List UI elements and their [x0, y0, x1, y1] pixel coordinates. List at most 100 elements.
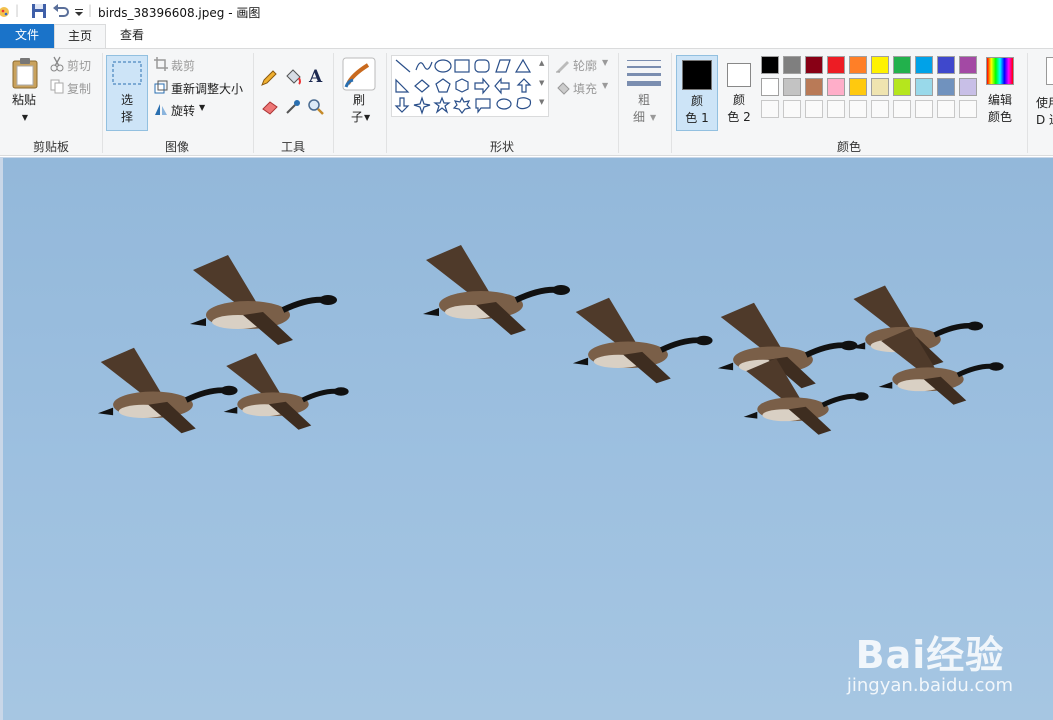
- text-tool-icon[interactable]: A: [309, 67, 322, 87]
- clipboard-group-label: 剪贴板: [32, 140, 69, 154]
- color2-label-line2: 色 2: [727, 110, 751, 124]
- title-separator: |: [88, 3, 93, 17]
- custom-color-slot[interactable]: [937, 100, 955, 118]
- color1-swatch: [682, 60, 712, 90]
- shapes-gallery[interactable]: [391, 55, 549, 117]
- image-group-label: 图像: [164, 140, 189, 154]
- palette-swatch[interactable]: [805, 56, 823, 74]
- resize-icon: [154, 80, 168, 94]
- palette-swatch[interactable]: [959, 78, 977, 96]
- tab-file[interactable]: 文件: [0, 24, 54, 48]
- paint3d-label-line1: 使用: [1036, 96, 1053, 110]
- goose-silhouette: [223, 353, 349, 430]
- palette-swatch[interactable]: [783, 78, 801, 96]
- color2-label-line1: 颜: [732, 93, 745, 107]
- line-width-icon: [627, 60, 661, 86]
- select-rectangle-icon: [112, 61, 142, 85]
- outline-label: 轮廓: [573, 59, 598, 73]
- scroll-up-icon[interactable]: ▲: [539, 59, 544, 67]
- scroll-down-icon[interactable]: ▼: [539, 79, 544, 87]
- palette-swatch[interactable]: [915, 56, 933, 74]
- separator: [333, 53, 334, 153]
- scissors-icon: [50, 56, 64, 72]
- pencil-icon[interactable]: [260, 69, 278, 87]
- palette-swatch[interactable]: [959, 56, 977, 74]
- outline-icon: [556, 61, 569, 73]
- palette-swatch[interactable]: [783, 56, 801, 74]
- color1-label-line1: 颜: [690, 94, 703, 108]
- paint3d-icon: [1046, 57, 1053, 85]
- color2-button[interactable]: 颜 色 2: [720, 55, 758, 131]
- goose-silhouette: [97, 347, 238, 434]
- edit-colors-label-line1: 编辑: [987, 93, 1012, 107]
- tab-home[interactable]: 主页: [54, 24, 106, 48]
- select-button[interactable]: 选 择: [106, 55, 148, 131]
- baidu-watermark: Bai经验 jingyan.baidu.com: [847, 624, 1013, 696]
- undo-icon[interactable]: [52, 3, 70, 19]
- custom-color-slot[interactable]: [871, 100, 889, 118]
- brushes-dropdown-icon: ▼: [364, 113, 371, 122]
- palette-swatch[interactable]: [849, 56, 867, 74]
- custom-color-slot[interactable]: [849, 100, 867, 118]
- palette-swatch[interactable]: [915, 78, 933, 96]
- color-spectrum-icon: [986, 57, 1014, 85]
- custom-color-slot[interactable]: [959, 100, 977, 118]
- size-label-line2: 细: [632, 110, 645, 124]
- goose-silhouette: [717, 302, 858, 389]
- palette-swatch[interactable]: [871, 56, 889, 74]
- ribbon: 粘贴 ▼ 剪切 复制 剪贴板 选 择 裁剪 重新调整大小 旋转 ▼ 图像 A 工…: [0, 48, 1053, 156]
- tools-group-label: 工具: [280, 140, 305, 154]
- color2-swatch: [727, 63, 751, 87]
- crop-icon: [154, 57, 168, 71]
- clipboard-icon: [12, 58, 38, 89]
- copy-label: 复制: [67, 82, 92, 96]
- expand-gallery-icon[interactable]: ▼: [539, 98, 544, 106]
- custom-color-slot[interactable]: [783, 100, 801, 118]
- custom-color-slot[interactable]: [805, 100, 823, 118]
- palette-swatch[interactable]: [849, 78, 867, 96]
- separator: [618, 53, 619, 153]
- fill-bucket-icon[interactable]: [284, 68, 302, 86]
- color1-label-line2: 色 1: [685, 111, 709, 125]
- paint-app-icon: [0, 7, 9, 17]
- palette-swatch[interactable]: [827, 78, 845, 96]
- shapes-group-label: 形状: [489, 140, 514, 154]
- palette-swatch[interactable]: [805, 78, 823, 96]
- palette-swatch[interactable]: [893, 56, 911, 74]
- palette-swatch[interactable]: [827, 56, 845, 74]
- outline-dropdown-icon: ▼: [602, 58, 609, 67]
- goose-silhouette: [878, 328, 1004, 405]
- paste-dropdown-icon: ▼: [21, 113, 29, 122]
- copy-icon: [50, 79, 64, 94]
- fill-dropdown-icon: ▼: [602, 81, 609, 90]
- title-bar: | | birds_38396608.jpeg - 画图: [0, 0, 1053, 24]
- separator: [1027, 53, 1028, 153]
- palette-swatch[interactable]: [937, 78, 955, 96]
- eraser-icon[interactable]: [261, 99, 279, 115]
- custom-color-slot[interactable]: [915, 100, 933, 118]
- custom-color-slot[interactable]: [893, 100, 911, 118]
- goose-silhouette: [190, 255, 337, 345]
- rotate-icon: [155, 104, 167, 115]
- canvas-image[interactable]: Bai经验 jingyan.baidu.com: [3, 158, 1053, 720]
- shapes-palette-icon: [394, 58, 532, 115]
- customize-quick-access-icon[interactable]: [74, 3, 84, 19]
- select-label-line1: 选: [120, 93, 133, 107]
- fill-label: 填充: [573, 82, 598, 96]
- paint3d-label-line2: D 进: [1036, 113, 1053, 127]
- color1-button[interactable]: 颜 色 1: [676, 55, 718, 131]
- palette-swatch[interactable]: [761, 78, 779, 96]
- rotate-dropdown-icon: ▼: [199, 103, 206, 112]
- qa-separator: |: [15, 3, 20, 17]
- tab-view[interactable]: 查看: [108, 24, 156, 48]
- magnifier-icon[interactable]: [307, 98, 324, 115]
- color-picker-icon[interactable]: [285, 99, 301, 115]
- palette-swatch[interactable]: [937, 56, 955, 74]
- custom-color-slot[interactable]: [761, 100, 779, 118]
- save-icon[interactable]: [31, 3, 47, 19]
- palette-swatch[interactable]: [761, 56, 779, 74]
- custom-color-slot[interactable]: [827, 100, 845, 118]
- palette-swatch[interactable]: [893, 78, 911, 96]
- goose-silhouette: [572, 297, 713, 384]
- palette-swatch[interactable]: [871, 78, 889, 96]
